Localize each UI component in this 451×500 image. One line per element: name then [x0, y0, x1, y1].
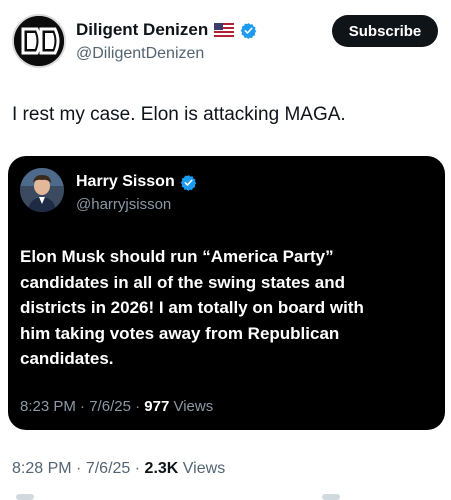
author-handle[interactable]: @DiligentDenizen [76, 45, 204, 63]
verified-badge-icon [240, 22, 257, 39]
quoted-author-avatar[interactable] [20, 168, 64, 212]
dd-logo-icon [14, 16, 64, 66]
author-avatar[interactable] [12, 14, 66, 68]
separator-dot: · [135, 398, 141, 415]
quoted-views-label: Views [173, 398, 214, 415]
bookmark-icon[interactable] [322, 494, 340, 500]
quoted-tweet-time[interactable]: 8:23 PM [20, 398, 76, 415]
quoted-text-line: candidates. [20, 349, 114, 368]
quoted-author-handle[interactable]: @harryjsisson [76, 196, 171, 213]
quoted-author-name[interactable]: Harry Sisson [76, 173, 175, 191]
tweet-date[interactable]: 7/6/25 [86, 460, 130, 477]
quoted-tweet-meta: 8:23 PM · 7/6/25 · 977 Views [20, 398, 213, 415]
views-count: 2.3K [144, 460, 179, 477]
tweet-meta: 8:28 PM · 7/6/25 · 2.3K Views [12, 460, 225, 478]
views-label: Views [182, 460, 226, 477]
quoted-tweet[interactable]: Harry Sisson @harryjsisson Elon Musk sho… [8, 156, 445, 430]
quoted-text-line: Elon Musk should run “America Party” [20, 247, 334, 266]
reply-icon[interactable] [16, 494, 34, 500]
person-photo-icon [20, 168, 64, 212]
us-flag-icon [214, 23, 235, 37]
quoted-tweet-date[interactable]: 7/6/25 [89, 398, 131, 415]
subscribe-button[interactable]: Subscribe [332, 15, 438, 47]
tweet-text: I rest my case. Elon is attacking MAGA. [12, 104, 346, 125]
quoted-text-line: him taking votes away from Republican [20, 323, 340, 343]
verified-badge-icon [180, 174, 197, 191]
quoted-text-line: candidates in all of the swing states an… [20, 272, 345, 292]
separator-dot: · [134, 460, 141, 477]
separator-dot: · [80, 398, 86, 415]
separator-dot: · [76, 460, 82, 477]
author-name[interactable]: Diligent Denizen [76, 20, 208, 40]
tweet-time[interactable]: 8:28 PM [12, 460, 72, 477]
quoted-text-line: districts in 2026! I am totally on board… [20, 298, 364, 317]
quoted-views-count: 977 [144, 398, 170, 415]
quoted-tweet-text: Elon Musk should run “America Party” can… [20, 244, 425, 372]
